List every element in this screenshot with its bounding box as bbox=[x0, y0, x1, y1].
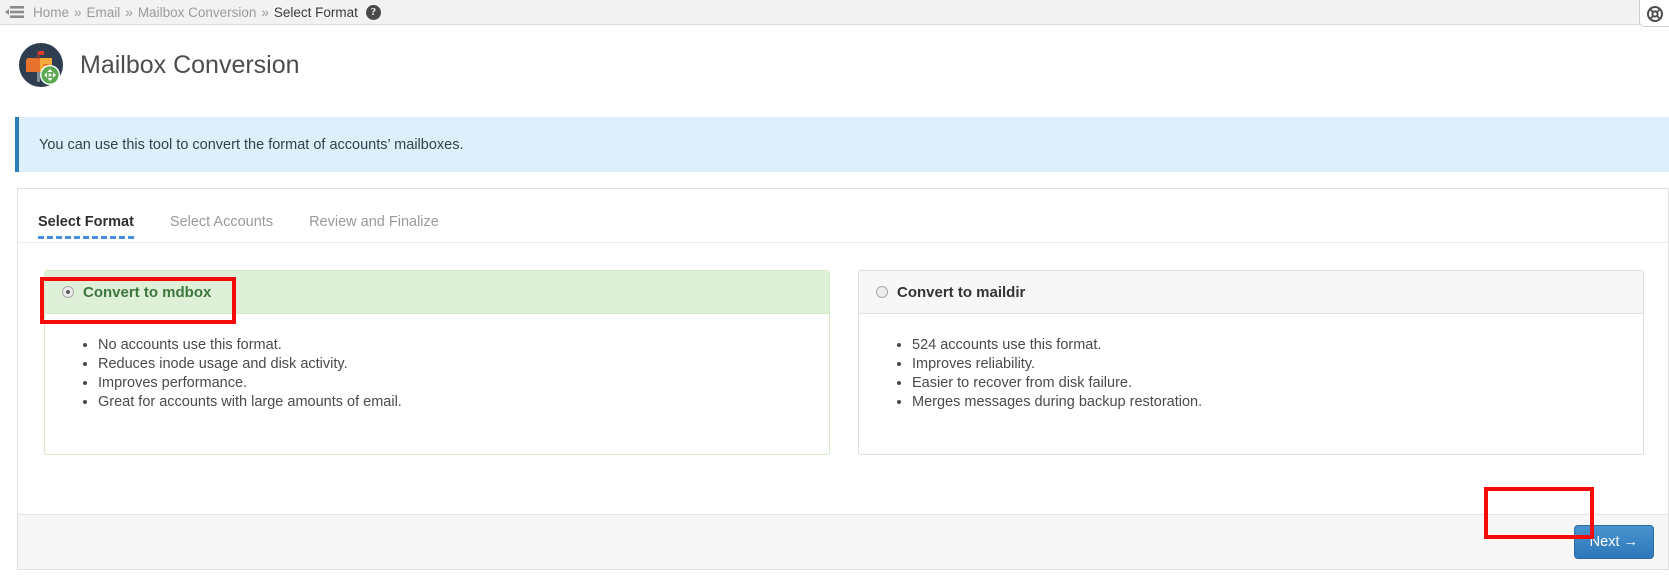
next-button[interactable]: Next → bbox=[1574, 525, 1654, 559]
option-bullets-maildir: 524 accounts use this format. Improves r… bbox=[859, 336, 1643, 412]
breadcrumb-item-home[interactable]: Home bbox=[33, 5, 69, 20]
option-body-maildir: 524 accounts use this format. Improves r… bbox=[859, 314, 1643, 432]
radio-convert-to-mdbox[interactable] bbox=[62, 286, 74, 298]
tab-review-and-finalize[interactable]: Review and Finalize bbox=[309, 214, 439, 242]
format-options: Convert to mdbox No accounts use this fo… bbox=[18, 243, 1668, 455]
page-title: Mailbox Conversion bbox=[80, 51, 300, 80]
help-question-icon[interactable]: ? bbox=[366, 5, 381, 20]
breadcrumb-item-select-format: Select Format bbox=[274, 5, 358, 20]
tab-select-accounts[interactable]: Select Accounts bbox=[170, 214, 273, 242]
option-title-mdbox: Convert to mdbox bbox=[83, 284, 211, 301]
option-title-maildir: Convert to maildir bbox=[897, 284, 1025, 301]
breadcrumb-separator: » bbox=[74, 5, 82, 20]
tab-select-format[interactable]: Select Format bbox=[38, 214, 134, 242]
list-item: Easier to recover from disk failure. bbox=[912, 374, 1643, 393]
option-bullets-mdbox: No accounts use this format. Reduces ino… bbox=[45, 336, 829, 412]
wizard-tabs: Select Format Select Accounts Review and… bbox=[18, 189, 1668, 243]
panel-footer: Next → bbox=[18, 514, 1668, 569]
main-panel: Select Format Select Accounts Review and… bbox=[17, 188, 1669, 570]
list-item: Improves reliability. bbox=[912, 355, 1643, 374]
breadcrumb: Home » Email » Mailbox Conversion » Sele… bbox=[30, 5, 381, 20]
breadcrumb-separator: » bbox=[261, 5, 269, 20]
info-banner: You can use this tool to convert the for… bbox=[15, 117, 1669, 172]
list-item: Improves performance. bbox=[98, 374, 829, 393]
list-item: Great for accounts with large amounts of… bbox=[98, 393, 829, 412]
hamburger-collapse-icon[interactable] bbox=[0, 0, 30, 25]
breadcrumb-separator: » bbox=[125, 5, 133, 20]
option-card-maildir[interactable]: Convert to maildir 524 accounts use this… bbox=[858, 270, 1644, 455]
top-bar: Home » Email » Mailbox Conversion » Sele… bbox=[0, 0, 1669, 25]
list-item: No accounts use this format. bbox=[98, 336, 829, 355]
breadcrumb-item-email[interactable]: Email bbox=[87, 5, 121, 20]
option-body-mdbox: No accounts use this format. Reduces ino… bbox=[45, 314, 829, 432]
info-banner-text: You can use this tool to convert the for… bbox=[39, 137, 464, 153]
page-header: Mailbox Conversion bbox=[0, 25, 1669, 105]
option-card-mdbox[interactable]: Convert to mdbox No accounts use this fo… bbox=[44, 270, 830, 455]
breadcrumb-item-mailbox-conversion[interactable]: Mailbox Conversion bbox=[138, 5, 257, 20]
list-item: Reduces inode usage and disk activity. bbox=[98, 355, 829, 374]
list-item: Merges messages during backup restoratio… bbox=[912, 393, 1643, 412]
option-header-mdbox[interactable]: Convert to mdbox bbox=[45, 271, 829, 314]
lifebuoy-icon[interactable] bbox=[1639, 0, 1669, 27]
list-item: 524 accounts use this format. bbox=[912, 336, 1643, 355]
radio-convert-to-maildir[interactable] bbox=[876, 286, 888, 298]
option-header-maildir[interactable]: Convert to maildir bbox=[859, 271, 1643, 314]
mailbox-conversion-icon bbox=[18, 42, 64, 88]
